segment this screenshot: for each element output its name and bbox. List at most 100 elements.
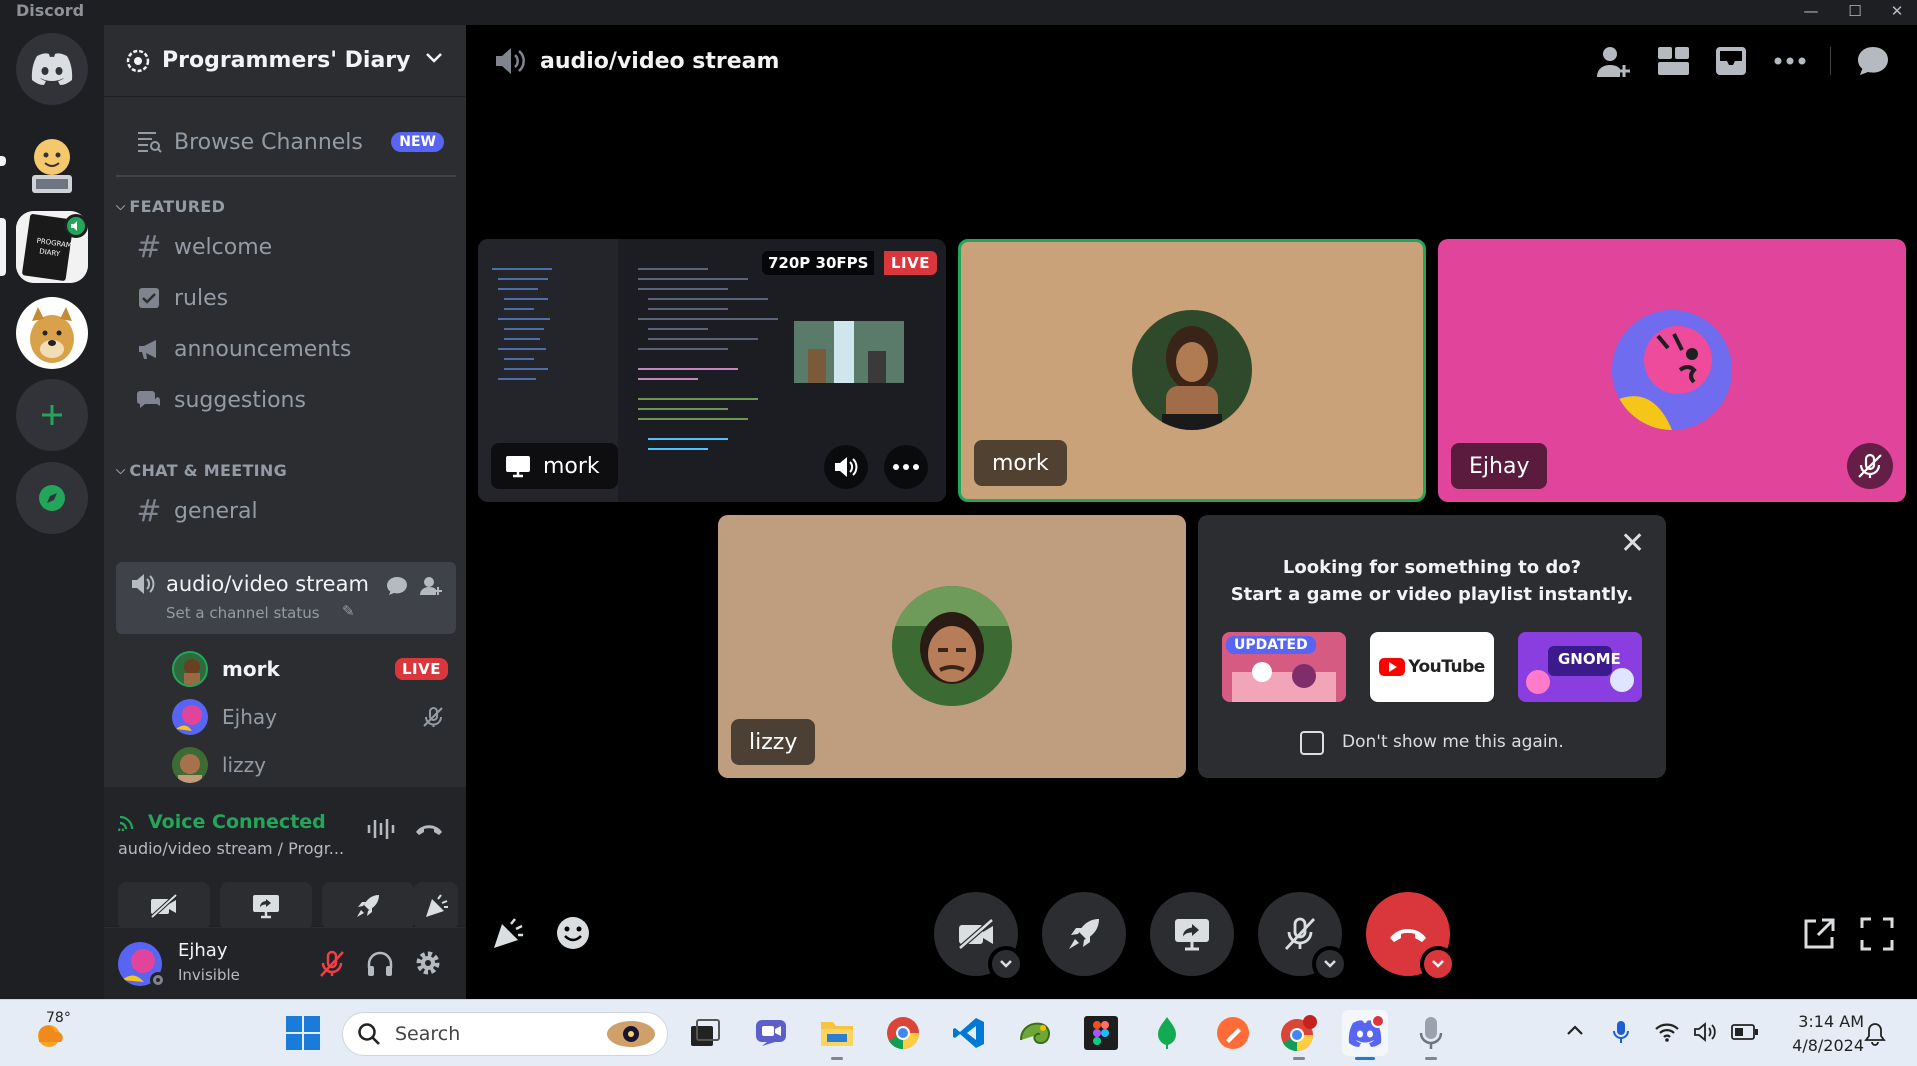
browse-channels-item[interactable]: Browse Channels NEW [116, 117, 456, 167]
meet-app-button[interactable] [748, 1010, 794, 1056]
chrome-profile-button[interactable] [1276, 1010, 1322, 1060]
voice-location[interactable]: audio/video stream / Progr... [118, 839, 344, 858]
home-discord-button[interactable] [16, 33, 88, 105]
grid-layout-icon[interactable] [1656, 45, 1690, 77]
battery-icon[interactable] [1731, 1023, 1759, 1041]
server-guide-icon [126, 49, 150, 73]
share-screen-button[interactable] [1150, 892, 1234, 976]
mute-button[interactable] [1258, 892, 1348, 982]
activity-suggestion-card: ✕ Looking for something to do? Start a g… [1198, 515, 1666, 778]
figma-button[interactable] [1078, 1010, 1124, 1056]
activity-tile-youtube[interactable]: YouTube [1370, 632, 1494, 702]
mongodb-button[interactable] [1144, 1010, 1190, 1056]
category-label: CHAT & MEETING [129, 460, 288, 480]
volume-icon[interactable] [1693, 1022, 1719, 1042]
rocket-icon [1067, 917, 1101, 951]
dont-show-checkbox[interactable] [1300, 731, 1324, 755]
start-button[interactable] [280, 1010, 326, 1056]
leave-options-chevron[interactable] [1420, 946, 1456, 982]
discord-taskbar-button[interactable] [1342, 1010, 1388, 1060]
discover-button[interactable] [16, 462, 88, 534]
share-screen-button[interactable] [220, 882, 312, 930]
plus-icon [39, 402, 65, 428]
wifi-icon[interactable] [1654, 1022, 1680, 1042]
participant-tile-lizzy[interactable]: lizzy [718, 515, 1186, 778]
channel-audio-video-stream[interactable]: audio/video stream Set a channel status … [116, 562, 456, 634]
voice-user-lizzy[interactable]: lizzy [172, 742, 452, 788]
invite-user-icon[interactable] [420, 576, 442, 596]
file-explorer-button[interactable] [814, 1010, 860, 1060]
close-icon[interactable]: ✕ [1620, 529, 1645, 559]
more-options-icon[interactable] [1774, 57, 1806, 65]
stream-tile-mork[interactable]: 720P 30FPS LIVE mork [478, 239, 946, 502]
invisible-status-icon [150, 972, 166, 988]
disconnect-icon[interactable] [414, 821, 444, 837]
close-window-button[interactable]: ✕ [1882, 0, 1912, 22]
channel-suggestions[interactable]: suggestions [116, 377, 456, 423]
stream-volume-button[interactable] [824, 445, 868, 489]
maximize-button[interactable]: ☐ [1840, 0, 1870, 22]
taskbar-search-box[interactable]: Search [342, 1012, 668, 1056]
clock-date[interactable]: 4/8/2024 [1772, 1036, 1864, 1055]
mic-muted-icon[interactable] [318, 950, 346, 978]
voice-recorder-button[interactable] [1408, 1010, 1454, 1060]
toggle-camera-button[interactable] [934, 892, 1024, 982]
channel-general[interactable]: # general [116, 488, 456, 534]
chameleon-app-button[interactable] [1012, 1010, 1058, 1056]
rocket-icon [355, 893, 381, 919]
chrome-button[interactable] [880, 1010, 926, 1056]
channel-welcome[interactable]: # welcome [116, 224, 456, 270]
pop-out-icon[interactable] [1802, 917, 1836, 951]
voice-user-ejhay[interactable]: Ejhay [172, 694, 452, 740]
stream-more-button[interactable] [884, 445, 928, 489]
cartoon-avatar-icon [16, 129, 88, 201]
search-placeholder: Search [395, 1023, 461, 1045]
notification-bell-icon[interactable] [1864, 1022, 1886, 1046]
activities-button[interactable] [1042, 892, 1126, 976]
chevron-up-icon[interactable] [1566, 1024, 1584, 1036]
add-user-icon[interactable] [1596, 45, 1632, 79]
minimize-button[interactable]: — [1796, 0, 1826, 22]
activity-tile-gnome[interactable]: GNOME [1518, 632, 1642, 702]
voice-user-mork[interactable]: mork LIVE [172, 646, 452, 692]
fullscreen-icon[interactable] [1860, 917, 1894, 951]
channel-status-placeholder[interactable]: Set a channel status [166, 604, 320, 622]
clock-time[interactable]: 3:14 AM [1780, 1012, 1864, 1031]
soundboard-button[interactable] [414, 882, 458, 930]
weather-widget[interactable]: 78° [20, 1010, 80, 1056]
participant-tile-ejhay[interactable]: Ejhay [1438, 239, 1906, 502]
add-server-button[interactable] [16, 379, 88, 451]
headphones-icon[interactable] [366, 950, 394, 978]
activities-button[interactable] [322, 882, 414, 930]
voice-recorder-icon [1419, 1015, 1443, 1051]
microphone-icon[interactable] [1612, 1019, 1630, 1045]
pencil-icon[interactable]: ✎ [342, 602, 355, 620]
inbox-icon[interactable] [1714, 45, 1748, 77]
task-view-button[interactable] [682, 1010, 728, 1056]
postman-button[interactable] [1210, 1010, 1256, 1056]
noise-suppression-icon[interactable] [366, 817, 396, 841]
server-doge[interactable] [16, 297, 88, 369]
chevron-down-icon[interactable] [424, 47, 444, 67]
mic-options-chevron[interactable] [1312, 946, 1348, 982]
emoji-reaction-icon[interactable] [556, 916, 590, 950]
vscode-button[interactable] [946, 1010, 992, 1056]
dont-show-label[interactable]: Don't show me this again. [1342, 732, 1564, 752]
settings-gear-icon[interactable] [414, 949, 442, 977]
leave-call-button[interactable] [1366, 892, 1456, 982]
channel-rules[interactable]: rules [116, 275, 456, 321]
channel-announcements[interactable]: announcements [116, 326, 456, 372]
toggle-camera-button[interactable] [118, 882, 210, 930]
category-chat-meeting[interactable]: ⌵ CHAT & MEETING [116, 459, 456, 481]
chat-bubble-icon[interactable] [386, 576, 408, 596]
show-chat-icon[interactable] [1856, 45, 1890, 77]
participant-tile-mork[interactable]: mork [958, 239, 1426, 502]
activity-tile-game[interactable]: UPDATED [1222, 632, 1346, 702]
server-avatar-character[interactable] [16, 129, 88, 201]
voice-status[interactable]: Voice Connected [148, 811, 326, 833]
soundboard-icon[interactable] [490, 916, 526, 950]
server-header[interactable]: Programmers' Diary [104, 25, 466, 97]
soundboard-icon [422, 893, 450, 919]
category-featured[interactable]: ⌵ FEATURED [116, 195, 456, 217]
camera-options-chevron[interactable] [988, 946, 1024, 982]
